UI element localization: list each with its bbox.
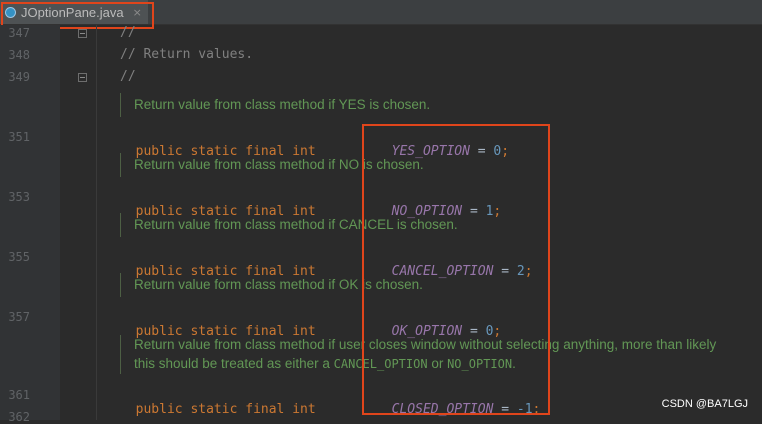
tab-joptionpane-java[interactable]: JOptionPane.java ×	[0, 0, 148, 24]
tab-label: JOptionPane.java	[21, 4, 124, 20]
operator: =	[469, 204, 478, 219]
constant-name: CLOSED_OPTION	[391, 402, 494, 417]
line-number: 355	[8, 250, 30, 264]
line-comment: //	[120, 69, 136, 84]
operator: =	[501, 264, 510, 279]
javadoc-text: Return value from class method if YES is…	[134, 97, 431, 112]
inline-code: CANCEL_OPTION	[333, 357, 428, 371]
line-number: 349	[8, 70, 30, 84]
javadoc-ok-option: Return value form class method if OK is …	[120, 273, 423, 297]
line-comment: // Return values.	[120, 47, 254, 62]
java-class-icon	[5, 6, 16, 18]
javadoc-text: .	[512, 356, 516, 371]
line-number: 357	[8, 310, 30, 324]
javadoc-text: or	[427, 356, 448, 371]
number-literal: 2	[516, 264, 525, 279]
line-number: 362	[8, 410, 30, 424]
keyword: int	[292, 402, 316, 417]
inline-code: NO_OPTION	[447, 357, 513, 371]
javadoc-text-line-2: this should be treated as either a CANCE…	[134, 354, 749, 374]
operator: =	[501, 402, 510, 417]
operator: =	[477, 144, 486, 159]
gutter-divider	[96, 25, 97, 420]
line-number: 361	[8, 388, 30, 402]
javadoc-yes-option: Return value from class method if YES is…	[120, 93, 430, 117]
semicolon: ;	[501, 144, 510, 159]
semicolon: ;	[524, 264, 533, 279]
javadoc-no-option: Return value from class method if NO is …	[120, 153, 424, 177]
number-literal: -1	[516, 402, 533, 417]
line-number: 353	[8, 190, 30, 204]
javadoc-closed-option: Return value from class method if user c…	[120, 335, 749, 374]
javadoc-text: this should be treated as either a	[134, 356, 334, 371]
editor-tab-bar: JOptionPane.java ×	[0, 0, 762, 25]
javadoc-text: Return value from class method if user c…	[134, 337, 717, 352]
line-comment: //	[120, 25, 136, 40]
line-number: 348	[8, 48, 30, 62]
fold-icon[interactable]	[78, 73, 87, 82]
javadoc-text: Return value from class method if NO is …	[134, 157, 424, 172]
assignment-closed-option: CLOSED_OPTION = -1;	[376, 387, 541, 417]
line-number: 351	[8, 130, 30, 144]
keyword: final	[245, 402, 285, 417]
javadoc-text: Return value from class method if CANCEL…	[134, 217, 458, 232]
javadoc-text: Return value form class method if OK is …	[134, 277, 423, 292]
semicolon: ;	[493, 204, 502, 219]
keyword: static	[190, 402, 238, 417]
declaration-closed-option: public static final int	[120, 387, 316, 417]
close-icon[interactable]: ×	[133, 6, 142, 19]
semicolon: ;	[532, 402, 541, 417]
line-number-gutter	[0, 25, 60, 420]
keyword: public	[135, 402, 183, 417]
line-number: 347	[8, 26, 30, 40]
fold-icon[interactable]	[78, 29, 87, 38]
javadoc-cancel-option: Return value from class method if CANCEL…	[120, 213, 458, 237]
watermark: CSDN @BA7LGJ	[661, 398, 748, 410]
